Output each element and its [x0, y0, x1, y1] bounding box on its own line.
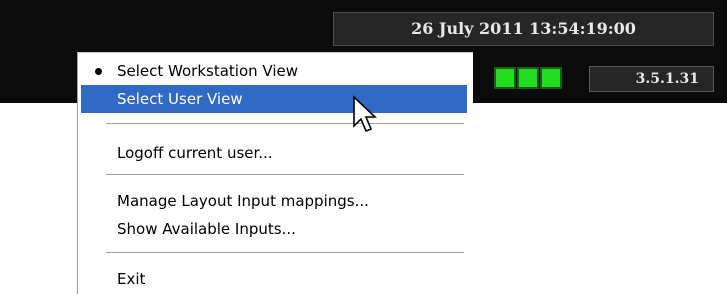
menu-separator	[106, 174, 464, 176]
status-indicator-3	[540, 67, 562, 89]
menu-item-label: Show Available Inputs...	[117, 220, 296, 238]
status-indicator-1	[494, 67, 516, 89]
radio-bullet-icon	[95, 68, 102, 75]
menu-item-select-workstation-view[interactable]: Select Workstation View	[81, 57, 467, 85]
menu-item-exit[interactable]: Exit	[81, 265, 467, 293]
menu-separator	[106, 252, 464, 254]
menu-item-manage-layout-input-mappings[interactable]: Manage Layout Input mappings...	[81, 187, 467, 215]
version-display: 3.5.1.31	[589, 66, 714, 92]
menu-separator	[106, 123, 464, 125]
context-menu: Select Workstation View Select User View…	[77, 52, 473, 294]
datetime-display: 26 July 2011 13:54:19:00	[333, 12, 714, 46]
menu-item-label: Exit	[117, 270, 146, 288]
menu-item-label: Select Workstation View	[117, 62, 299, 80]
status-indicator-2	[517, 67, 539, 89]
menu-item-select-user-view[interactable]: Select User View	[81, 85, 467, 113]
menu-item-label: Logoff current user...	[117, 144, 273, 162]
menu-item-label: Select User View	[117, 90, 243, 108]
mouse-pointer-icon	[353, 95, 377, 133]
menu-item-logoff[interactable]: Logoff current user...	[81, 139, 467, 167]
menu-item-show-available-inputs[interactable]: Show Available Inputs...	[81, 215, 467, 243]
menu-item-label: Manage Layout Input mappings...	[117, 192, 369, 210]
